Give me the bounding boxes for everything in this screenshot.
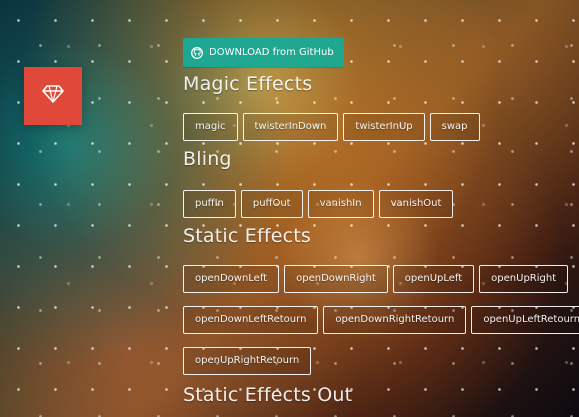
effect-button[interactable]: vanishOut — [378, 190, 454, 218]
effect-button[interactable]: puffIn — [183, 190, 236, 218]
effect-button[interactable]: openUpLeftRetourn — [471, 306, 579, 334]
effect-button[interactable]: openUpRight — [479, 265, 569, 293]
static-effects-row-2: openDownLeftRetourn openDownRightRetourn… — [183, 306, 579, 334]
magic-effects-row: magic twisterInDown twisterInUp swap — [183, 113, 480, 141]
effect-button[interactable]: openUpLeft — [392, 265, 475, 293]
section-title-bling: Bling — [183, 148, 232, 170]
effect-button[interactable]: swap — [429, 113, 480, 141]
effect-button[interactable]: openDownRight — [284, 265, 388, 293]
effect-button[interactable]: openDownLeftRetourn — [183, 306, 319, 334]
download-from-github-button[interactable]: DOWNLOAD from GitHub — [183, 38, 344, 67]
section-title-magic-effects: Magic Effects — [183, 73, 313, 95]
effect-button[interactable]: puffOut — [240, 190, 303, 218]
logo-badge — [24, 67, 82, 125]
github-icon — [191, 46, 203, 59]
static-effects-row-1: openDownLeft openDownRight openUpLeft op… — [183, 265, 569, 293]
effect-button[interactable]: openDownRightRetourn — [323, 306, 467, 334]
effect-button[interactable]: openUpRightRetourn — [183, 347, 312, 375]
diamond-icon — [42, 85, 64, 107]
bling-row: puffIn puffOut vanishIn vanishOut — [183, 190, 454, 218]
section-title-static-effects-out: Static Effects Out — [183, 384, 353, 406]
effect-button[interactable]: openDownLeft — [183, 265, 280, 293]
effect-button[interactable]: twisterInUp — [343, 113, 425, 141]
static-effects-row-3: openUpRightRetourn — [183, 347, 312, 375]
section-title-static-effects: Static Effects — [183, 225, 312, 247]
effect-button[interactable]: magic — [183, 113, 238, 141]
download-label: DOWNLOAD from GitHub — [209, 46, 334, 58]
effect-button[interactable]: vanishIn — [307, 190, 374, 218]
effect-button[interactable]: twisterInDown — [242, 113, 339, 141]
